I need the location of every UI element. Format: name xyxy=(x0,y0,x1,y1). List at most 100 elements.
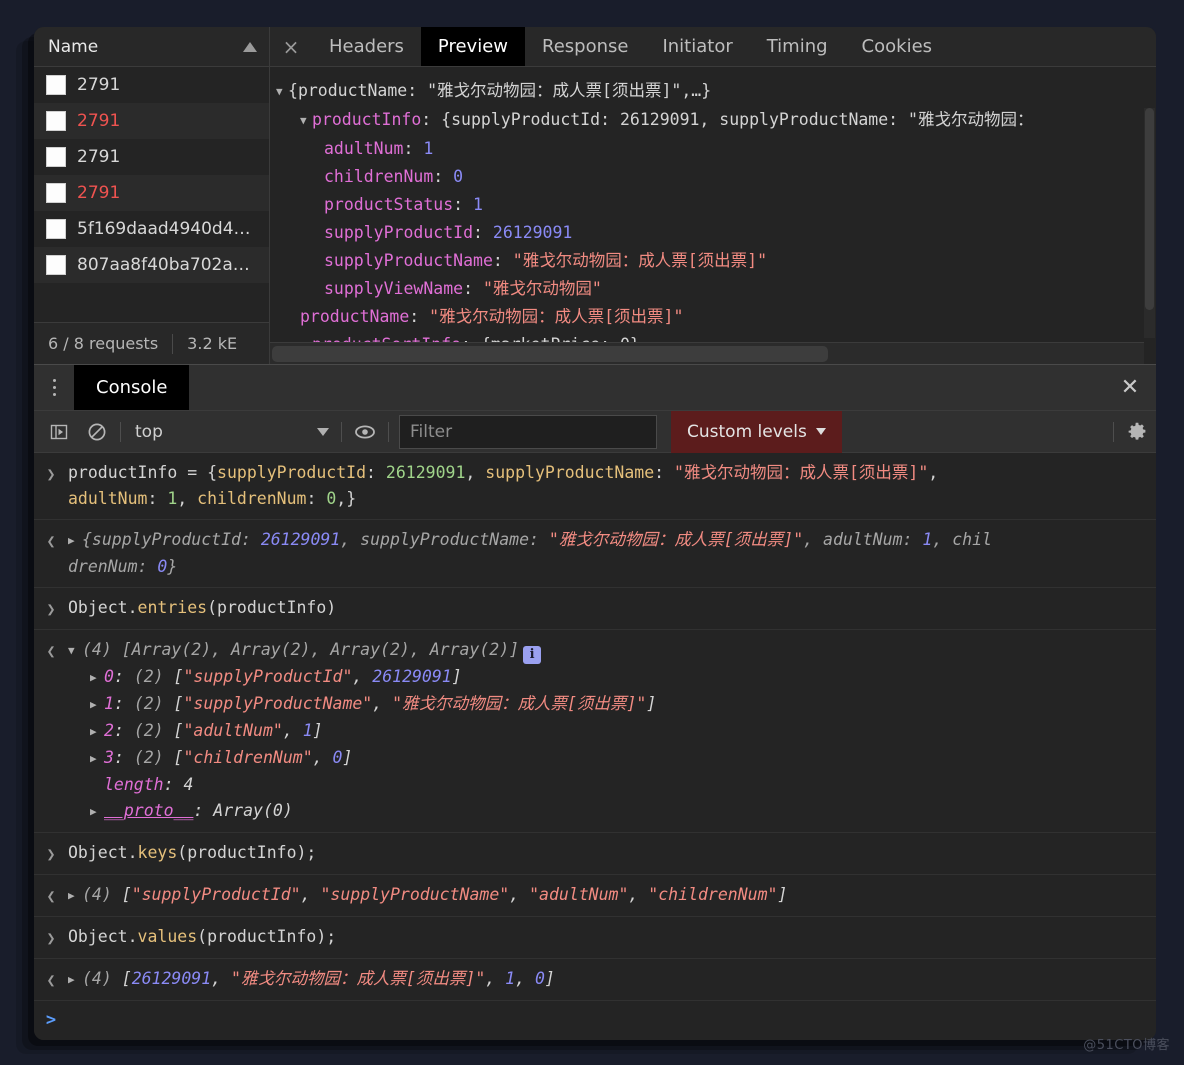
input-args: (productInfo) xyxy=(207,598,337,617)
array-item-row[interactable]: ▶ 2: (2) ["adultNum", 1] xyxy=(68,718,1142,745)
array-close: ] xyxy=(777,885,788,904)
input-var: productInfo xyxy=(68,463,178,482)
expand-triangle-icon[interactable]: ▶ xyxy=(90,746,104,772)
toolbar-divider xyxy=(120,421,121,442)
collapse-triangle-icon[interactable]: ▼ xyxy=(68,638,82,664)
clear-console-icon[interactable] xyxy=(78,411,116,453)
console-sidebar-icon[interactable] xyxy=(40,411,78,453)
filter-input[interactable]: Filter xyxy=(399,414,657,449)
live-expression-icon[interactable] xyxy=(346,411,384,453)
json-key: supplyProductId xyxy=(324,223,474,242)
array-count: (4) xyxy=(82,885,112,904)
request-name: 2791 xyxy=(77,147,121,167)
table-row[interactable]: 2791 xyxy=(34,139,269,175)
item-index: 0 xyxy=(104,667,114,686)
scrollbar-thumb[interactable] xyxy=(1145,108,1154,310)
console-input-message: ❯ Object.keys(productInfo); xyxy=(34,833,1156,875)
input-key: supplyProductName xyxy=(485,463,655,482)
item-key: "adultNum" xyxy=(183,721,283,740)
scrollbar-thumb[interactable] xyxy=(272,346,828,362)
json-property-line: supplyViewName: "雅戈尔动物园" xyxy=(270,275,1156,303)
devtools-screenshot: Name 2791 2791 2791 2791 5f169daad4940d4… xyxy=(0,0,1184,1065)
json-value: 26129091 xyxy=(492,223,573,242)
console-result-tree[interactable]: ▼ (4) [Array(2), Array(2), Array(2), Arra… xyxy=(68,637,1156,825)
tab-timing[interactable]: Timing xyxy=(750,27,845,66)
array-item-row[interactable]: ▶ 1: (2) ["supplyProductName", "雅戈尔动物园：成人… xyxy=(68,691,1142,718)
expand-triangle-icon[interactable]: ▼ xyxy=(276,78,288,106)
json-key: adultNum xyxy=(324,139,404,158)
input-num: 0 xyxy=(326,489,337,508)
array-item-row[interactable]: ▶ 0: (2) ["supplyProductId", 26129091] xyxy=(68,664,1142,691)
kebab-menu-icon[interactable] xyxy=(34,365,74,410)
result-num: 1 xyxy=(922,530,933,549)
expand-triangle-icon[interactable]: ▶ xyxy=(90,665,104,691)
tab-console[interactable]: Console xyxy=(74,365,190,410)
console-input-text[interactable]: Object.entries(productInfo) xyxy=(68,595,1156,621)
console-result-text[interactable]: ▶ (4) ["supplyProductId", "supplyProductN… xyxy=(68,882,1156,909)
json-key: productName xyxy=(297,81,408,100)
console-toolbar: top Filter Custom levels xyxy=(34,410,1156,453)
expand-triangle-icon[interactable]: ▶ xyxy=(68,883,82,909)
tab-initiator[interactable]: Initiator xyxy=(645,27,749,66)
result-text: } xyxy=(167,557,178,576)
input-obj: Object. xyxy=(68,927,138,946)
json-value: 1 xyxy=(423,139,434,158)
json-colon: : xyxy=(492,251,513,270)
table-row[interactable]: 2791 xyxy=(34,103,269,139)
info-icon[interactable]: i xyxy=(523,646,542,664)
input-eq: = { xyxy=(177,463,218,482)
input-num: 1 xyxy=(167,489,178,508)
output-chevron-icon: ❮ xyxy=(46,532,56,550)
input-chevron-icon: ❯ xyxy=(46,929,56,947)
expand-triangle-icon[interactable]: ▶ xyxy=(68,528,82,554)
tab-headers[interactable]: Headers xyxy=(312,27,421,66)
json-root-line[interactable]: ▼ {productName: "雅戈尔动物园：成人票[须出票]",…} xyxy=(270,77,1156,106)
expand-triangle-icon[interactable]: ▶ xyxy=(68,967,82,993)
expand-triangle-icon[interactable]: ▼ xyxy=(300,107,312,135)
json-productinfo-line[interactable]: ▼ productInfo: {supplyProductId: 26129091… xyxy=(270,106,1156,135)
table-row[interactable]: 2791 xyxy=(34,67,269,103)
request-list-header[interactable]: Name xyxy=(34,27,269,67)
expand-triangle-icon[interactable]: ▶ xyxy=(90,799,104,825)
sort-ascending-icon[interactable] xyxy=(243,41,257,52)
item-length: (2) xyxy=(133,721,164,740)
console-result-text[interactable]: ▶ (4) [26129091, "雅戈尔动物园：成人票[须出票]", 1, 0] xyxy=(68,966,1156,993)
result-text: {supplyProductId: xyxy=(82,530,261,549)
console-messages: ❯ productInfo = {supplyProductId: 261290… xyxy=(34,453,1156,1040)
item-index: 3 xyxy=(104,748,114,767)
console-input-text[interactable]: Object.values(productInfo); xyxy=(68,924,1156,950)
json-root-close: ,…} xyxy=(681,81,712,100)
console-input-text[interactable]: productInfo = {supplyProductId: 26129091… xyxy=(68,460,1156,512)
item-value: 1 xyxy=(302,721,313,740)
expand-triangle-icon[interactable]: ▶ xyxy=(90,719,104,745)
tab-preview[interactable]: Preview xyxy=(420,27,525,66)
tab-response[interactable]: Response xyxy=(525,27,645,66)
gear-icon[interactable] xyxy=(1118,411,1156,453)
close-icon[interactable]: ✕ xyxy=(1104,365,1156,410)
console-input-text[interactable]: Object.keys(productInfo); xyxy=(68,840,1156,866)
table-row[interactable]: 807aa8f40ba702a… xyxy=(34,247,269,283)
request-list-panel: Name 2791 2791 2791 2791 5f169daad4940d4… xyxy=(34,27,270,364)
request-type-icon xyxy=(46,147,66,167)
preview-vertical-scrollbar[interactable] xyxy=(1144,108,1155,338)
result-text: , supplyProductName: xyxy=(340,530,549,549)
log-levels-dropdown[interactable]: Custom levels xyxy=(671,410,842,453)
request-type-icon xyxy=(46,75,66,95)
array-summary-row[interactable]: ▼ (4) [Array(2), Array(2), Array(2), Arra… xyxy=(68,637,1142,664)
array-item-row[interactable]: ▶ 3: (2) ["childrenNum", 0] xyxy=(68,745,1142,772)
console-result-text[interactable]: ▶ {supplyProductId: 26129091, supplyProdu… xyxy=(68,527,1156,580)
drawer-tabbar: Console ✕ xyxy=(34,365,1156,411)
javascript-context-select[interactable]: top xyxy=(125,417,337,447)
json-value: "雅戈尔动物园" xyxy=(482,279,602,298)
console-prompt[interactable]: > xyxy=(34,1001,1156,1039)
preview-horizontal-scrollbar[interactable] xyxy=(270,342,1144,364)
tab-cookies[interactable]: Cookies xyxy=(845,27,949,66)
array-item: 1 xyxy=(505,969,516,988)
table-row[interactable]: 2791 xyxy=(34,175,269,211)
output-chevron-icon: ❮ xyxy=(46,887,56,905)
json-key: productStatus xyxy=(324,195,454,214)
expand-triangle-icon[interactable]: ▶ xyxy=(90,692,104,718)
table-row[interactable]: 5f169daad4940d4… xyxy=(34,211,269,247)
array-proto-row[interactable]: ▶ __proto__: Array(0) xyxy=(68,798,1142,825)
close-icon[interactable]: × xyxy=(270,27,312,66)
